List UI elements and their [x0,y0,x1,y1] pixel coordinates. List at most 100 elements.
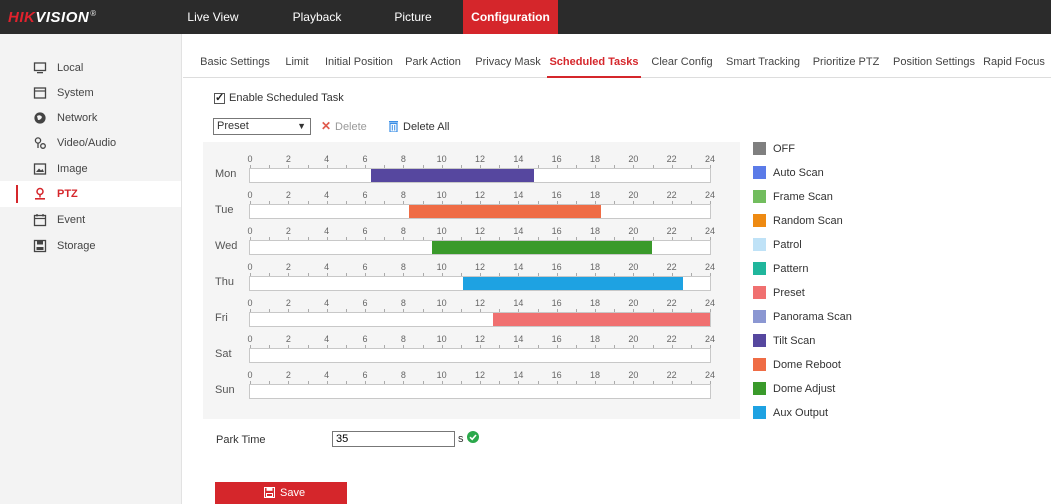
legend-swatch[interactable] [753,406,766,419]
top-nav-bar: HIKVISION® Live View Playback Picture Co… [0,0,1051,34]
chevron-down-icon: ▼ [297,121,306,131]
legend-swatch[interactable] [753,382,766,395]
tab-smart-tracking[interactable]: Smart Tracking [725,44,801,78]
tab-scheduled-tasks[interactable]: Scheduled Tasks [547,44,641,78]
enable-scheduled-task-checkbox[interactable] [214,91,225,104]
legend-swatch[interactable] [753,310,766,323]
sidebar-item-network[interactable]: Network [0,105,181,131]
hour-tick-label: 16 [551,298,562,308]
scheduled-task-segment[interactable] [462,277,684,290]
legend-swatch[interactable] [753,358,766,371]
day-schedule-bar[interactable] [249,276,711,291]
tab-rapid-focus[interactable]: Rapid Focus [983,44,1045,78]
hour-tick-label: 0 [247,298,253,308]
sidebar-item-video-audio[interactable]: Video/Audio [0,130,181,156]
hour-tick-label: 22 [666,190,677,200]
hour-tick-label: 12 [474,298,485,308]
delete-all-button[interactable]: Delete All [403,121,449,133]
legend-label: Random Scan [773,215,843,227]
park-time-label: Park Time [216,434,266,446]
tab-clear-config[interactable]: Clear Config [651,44,713,78]
monitor-icon [33,62,47,74]
hour-tick-label: 4 [324,262,330,272]
hour-tick-label: 12 [474,334,485,344]
hour-tick-label: 4 [324,190,330,200]
scheduled-task-segment[interactable] [409,205,601,218]
hour-tick-label: 22 [666,334,677,344]
sidebar-item-event[interactable]: Event [0,207,181,233]
sidebar-item-label: Event [57,214,86,226]
legend-swatch[interactable] [753,286,766,299]
sidebar-item-label: System [57,87,94,99]
sidebar-item-label: Video/Audio [57,137,117,149]
tab-basic-settings[interactable]: Basic Settings [199,44,271,78]
hour-tick-label: 16 [551,226,562,236]
day-schedule-bar[interactable] [249,348,711,363]
legend-label: OFF [773,143,795,155]
legend-label: Aux Output [773,407,829,419]
sidebar-item-ptz[interactable]: PTZ [0,181,181,207]
hour-tick-label: 10 [436,334,447,344]
tab-park-action[interactable]: Park Action [404,44,462,78]
sidebar-item-label: PTZ [57,188,78,200]
hour-tick-label: 24 [704,298,715,308]
legend-swatch[interactable] [753,238,766,251]
hour-tick-label: 20 [628,262,639,272]
day-schedule-bar[interactable] [249,204,711,219]
legend-swatch[interactable] [753,166,766,179]
delete-button[interactable]: Delete [335,121,367,133]
hour-tick-label: 14 [513,226,524,236]
nav-configuration[interactable]: Configuration [463,0,558,34]
hour-tick-label: 6 [362,334,368,344]
save-button[interactable]: Save [215,482,347,504]
day-schedule-bar[interactable] [249,312,711,327]
tab-limit[interactable]: Limit [282,44,312,78]
hour-tick-label: 4 [324,334,330,344]
legend-swatch[interactable] [753,214,766,227]
legend-label: Panorama Scan [773,311,852,323]
legend-swatch[interactable] [753,190,766,203]
sidebar-item-system[interactable]: System [0,80,181,106]
tab-privacy-mask[interactable]: Privacy Mask [475,44,541,78]
park-time-input[interactable] [332,431,455,447]
sidebar-item-image[interactable]: Image [0,156,181,182]
legend-label: Preset [773,287,805,299]
enable-scheduled-task-label: Enable Scheduled Task [229,92,344,104]
legend-swatch[interactable] [753,262,766,275]
hour-tick-label: 0 [247,154,253,164]
network-icon [34,112,46,124]
hour-tick-label: 16 [551,262,562,272]
hour-tick-label: 6 [362,298,368,308]
scheduled-task-segment[interactable] [432,241,653,254]
hour-tick-label: 6 [362,226,368,236]
hour-tick-label: 2 [285,334,291,344]
scheduled-task-segment[interactable] [370,169,534,182]
hour-tick-label: 20 [628,334,639,344]
hour-tick-label: 8 [400,370,406,380]
hour-tick-label: 14 [513,262,524,272]
storage-icon [33,239,47,253]
tab-prioritize-ptz[interactable]: Prioritize PTZ [811,44,881,78]
day-schedule-bar[interactable] [249,240,711,255]
nav-playback[interactable]: Playback [284,0,350,34]
nav-picture[interactable]: Picture [384,0,442,34]
hour-tick-label: 24 [704,370,715,380]
sidebar-item-local[interactable]: Local [0,55,181,81]
hour-tick-label: 24 [704,190,715,200]
task-type-select[interactable]: Preset ▼ [213,118,311,135]
close-icon: ✕ [321,119,332,133]
nav-live-view[interactable]: Live View [182,0,244,34]
hour-tick-label: 10 [436,226,447,236]
image-icon [33,163,47,175]
hour-tick-label: 20 [628,298,639,308]
sidebar-item-storage[interactable]: Storage [0,233,181,259]
scheduled-task-segment[interactable] [493,313,710,326]
legend-swatch[interactable] [753,334,766,347]
day-schedule-bar[interactable] [249,168,711,183]
legend-swatch[interactable] [753,142,766,155]
tab-initial-position[interactable]: Initial Position [325,44,393,78]
hour-tick-label: 22 [666,154,677,164]
hour-tick-label: 6 [362,154,368,164]
tab-position-settings[interactable]: Position Settings [891,44,977,78]
day-schedule-bar[interactable] [249,384,711,399]
